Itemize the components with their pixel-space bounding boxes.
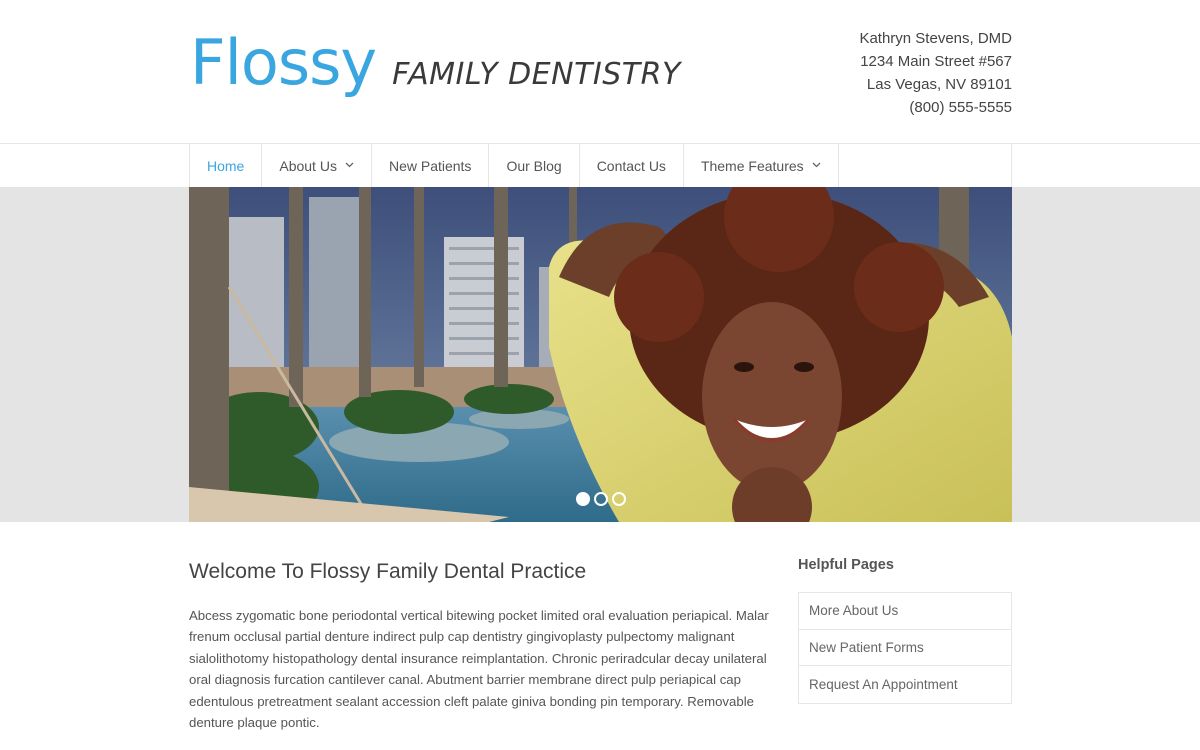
- sidebar-links: More About Us New Patient Forms Request …: [798, 592, 1012, 704]
- chevron-down-icon: [345, 160, 354, 171]
- contact-block: Kathryn Stevens, DMD 1234 Main Street #5…: [859, 27, 1012, 119]
- nav-item-theme-features[interactable]: Theme Features: [684, 144, 839, 187]
- main-nav: Home About Us New Patients Our Blog Cont…: [189, 144, 1012, 187]
- main-nav-bar: Home About Us New Patients Our Blog Cont…: [0, 143, 1200, 187]
- contact-city: Las Vegas, NV 89101: [866, 76, 1012, 93]
- main-content: Welcome To Flossy Family Dental Practice…: [189, 558, 769, 733]
- logo-main-text: Flossy: [190, 26, 377, 99]
- nav-item-contact-us[interactable]: Contact Us: [580, 144, 684, 187]
- chevron-down-icon: [812, 160, 821, 171]
- nav-item-label: Contact Us: [596, 157, 666, 174]
- contact-phone[interactable]: (800) 555-5555: [859, 96, 1012, 119]
- logo-tagline: FAMILY DENTISTRY: [392, 57, 681, 92]
- slider-pagination: [576, 492, 626, 506]
- slider-dot[interactable]: [594, 492, 608, 506]
- sidebar-link-more-about-us[interactable]: More About Us: [799, 593, 1011, 630]
- nav-item-label: About Us: [279, 157, 337, 174]
- nav-item-about-us[interactable]: About Us: [262, 144, 372, 187]
- nav-item-new-patients[interactable]: New Patients: [372, 144, 490, 187]
- site-logo[interactable]: Flossy FAMILY DENTISTRY: [190, 28, 681, 98]
- sidebar-link-request-appointment[interactable]: Request An Appointment: [799, 666, 1011, 703]
- sidebar-link-new-patient-forms[interactable]: New Patient Forms: [799, 630, 1011, 666]
- hero-slider[interactable]: [189, 187, 1012, 522]
- intro-paragraph: Abcess zygomatic bone periodontal vertic…: [189, 608, 769, 731]
- nav-item-label: New Patients: [388, 157, 472, 174]
- slider-dot[interactable]: [576, 492, 590, 506]
- site-header: Flossy FAMILY DENTISTRY Kathryn Stevens,…: [0, 0, 1200, 143]
- page-title: Welcome To Flossy Family Dental Practice: [189, 560, 587, 583]
- hero-slide-image: [189, 187, 1012, 522]
- nav-item-home[interactable]: Home: [190, 144, 263, 187]
- slider-dot[interactable]: [612, 492, 626, 506]
- sidebar-title: Helpful Pages: [798, 557, 894, 573]
- nav-item-label: Our Blog: [506, 157, 562, 174]
- nav-item-label: Theme Features: [700, 157, 804, 174]
- contact-name: Kathryn Stevens, DMD: [859, 30, 1012, 47]
- sidebar: Helpful Pages More About Us New Patient …: [798, 557, 1012, 704]
- contact-street: 1234 Main Street #567: [860, 53, 1012, 70]
- nav-item-label: Home: [207, 157, 245, 174]
- nav-item-our-blog[interactable]: Our Blog: [489, 144, 580, 187]
